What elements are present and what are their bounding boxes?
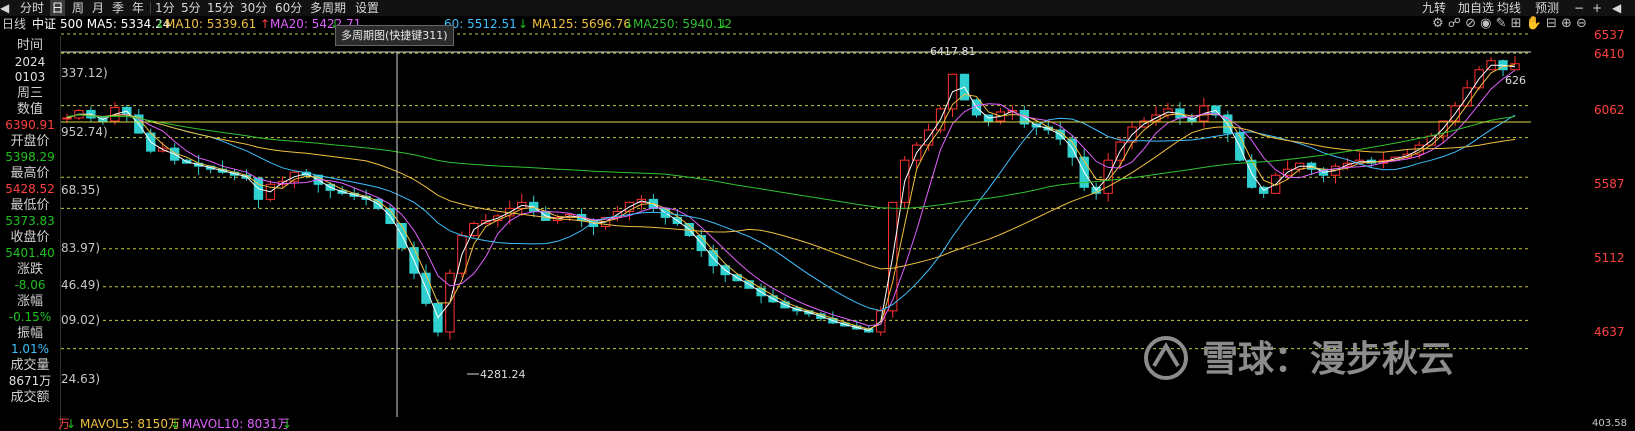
right-axis-label-3: 6062 <box>1594 103 1625 117</box>
ma125-value: MA125: 5696.76 <box>532 17 631 31</box>
ma5-value: 500 MA5: 5334.24 <box>60 17 171 31</box>
year-value: 2024 <box>14 55 46 69</box>
tab-year[interactable]: 年 <box>132 0 144 16</box>
tab-5min[interactable]: 5分 <box>181 0 201 16</box>
pct-value: -0.15% <box>8 310 52 324</box>
ma-line-ma250 <box>66 114 1516 209</box>
ma-line-ma10 <box>66 64 1516 330</box>
mavol10-value: MAVOL10: 8031万 <box>182 417 290 431</box>
amp-value: 1.01% <box>10 342 50 356</box>
jiuzhuan-button[interactable]: 九转 <box>1422 0 1446 16</box>
volume-value: 8671万 <box>8 374 52 388</box>
mavol5-value: MAVOL5: 8150万 <box>80 417 180 431</box>
tab-month[interactable]: 月 <box>92 0 104 16</box>
left-axis-label-7: 24.63) <box>61 372 103 386</box>
right-axis-label-5: 5112 <box>1594 251 1625 265</box>
close-label: 收盘价 <box>10 230 50 245</box>
volume-arrow: ↓ <box>66 417 77 431</box>
mavol5-arrow: ↓ <box>170 417 181 431</box>
open-label: 开盘价 <box>10 134 50 149</box>
add-watchlist-button[interactable]: 加自选 <box>1458 0 1494 16</box>
minus-icon[interactable]: − <box>1574 0 1584 16</box>
ma-line-ma20 <box>66 69 1516 327</box>
tab-1min[interactable]: 1分 <box>155 0 175 16</box>
change-label: 涨跌 <box>16 262 43 277</box>
data-window-panel: 时间 2024 0103 周三 数值 6390.91 开盘价 5398.29 最… <box>0 36 61 431</box>
index-name: 中证 <box>32 17 57 31</box>
change-value: -8.06 <box>14 278 46 292</box>
xueqiu-logo-icon <box>1144 336 1188 380</box>
chart-tool-icons[interactable]: ⚙ ☍ ⊘ ◉ ✎ ⊞ ✋ ⊟ ⊕ ⊖ <box>1432 16 1587 32</box>
left-axis-label-1: 337.12) <box>61 66 110 80</box>
tab-60min[interactable]: 60分 <box>275 0 302 16</box>
tab-week[interactable]: 周 <box>72 0 84 16</box>
right-axis-label-4: 5587 <box>1594 177 1625 191</box>
volume-label: 成交量 <box>10 358 50 373</box>
ma5-arrow: ↓ <box>155 17 166 31</box>
candle-body <box>62 117 72 120</box>
plus-icon[interactable]: + <box>1592 0 1602 16</box>
high-value: 5428.52 <box>5 182 55 196</box>
xueqiu-watermark: 雪球：漫步秋云 <box>1144 336 1454 380</box>
left-axis-label-3: 68.35) <box>61 183 103 197</box>
high-annotation: 6417.81 <box>930 45 976 58</box>
tab-day[interactable]: 日 <box>50 0 65 16</box>
right-axis-label-2: 6410 <box>1594 47 1625 61</box>
left-axis-label-2: 952.74) <box>61 125 110 139</box>
tab-30min[interactable]: 30分 <box>240 0 267 16</box>
ma60-value: 60: 5512.51 <box>444 17 517 31</box>
open-value: 5398.29 <box>5 150 55 164</box>
low-value: 5373.83 <box>5 214 55 228</box>
mavol10-arrow: ↓ <box>282 417 293 431</box>
right-axis-label-6: 4637 <box>1594 325 1625 339</box>
high-label: 最高价 <box>10 166 50 181</box>
ma-line-ma5 <box>66 64 1516 332</box>
ma-info-line: 日线 中证 500 MA5: 5334.24 ↓ MA10: 5339.61 ↑… <box>0 16 1635 32</box>
right-axis-label-1: 6537 <box>1594 28 1625 42</box>
period-toolbar: ◀ 分时 日 周 月 季 年 1分 5分 15分 30分 60分 多周期 设置 … <box>0 0 1635 16</box>
left-axis-label-5: 46.49) <box>61 278 103 292</box>
ma10-arrow: ↑ <box>260 17 271 31</box>
close-value: 5401.40 <box>5 246 55 260</box>
play-right-icon[interactable]: ◀ <box>1612 0 1621 16</box>
time-label: 时间 <box>16 38 43 53</box>
weekday-value: 周三 <box>16 86 43 101</box>
play-left-icon[interactable]: ◀ <box>0 0 9 16</box>
multi-period-tooltip: 多周期图(快捷键311) <box>335 25 454 46</box>
ma60-arrow: ↓ <box>518 17 529 31</box>
left-axis-label-4: 83.97) <box>61 241 103 255</box>
low-label: 最低价 <box>10 198 50 213</box>
date-value: 0103 <box>14 70 46 84</box>
amount-label: 成交额 <box>10 390 50 405</box>
watermark-text: 雪球：漫步秋云 <box>1202 339 1454 380</box>
tab-season[interactable]: 季 <box>112 0 124 16</box>
ma250-arrow: ↓ <box>718 17 729 31</box>
value-label: 数值 <box>16 102 43 117</box>
forecast-button[interactable]: 预测 <box>1535 0 1559 16</box>
pct-label: 涨幅 <box>16 294 43 309</box>
tab-multi-period[interactable]: 多周期 <box>310 0 346 16</box>
left-axis-label-6: 09.02) <box>61 313 103 327</box>
volume-axis-label: 403.58 <box>1592 418 1627 429</box>
low-annotation: 4281.24 <box>480 368 526 381</box>
ma10-value: MA10: 5339.61 <box>165 17 257 31</box>
ma-line-button[interactable]: 均线 <box>1497 0 1521 16</box>
tab-settings[interactable]: 设置 <box>355 0 379 16</box>
tab-fenshi[interactable]: 分时 <box>20 0 44 16</box>
volume-indicator-bar: 万 ↓ MAVOL5: 8150万 ↓ MAVOL10: 8031万 ↓ 403… <box>0 417 1635 431</box>
last-value-annotation: 626 <box>1505 74 1526 87</box>
cursor-value: 6390.91 <box>5 118 55 132</box>
tab-15min[interactable]: 15分 <box>207 0 234 16</box>
ma-line-ma60 <box>66 113 1516 312</box>
kline-label: 日线 <box>2 17 27 31</box>
amp-label: 振幅 <box>16 326 43 341</box>
